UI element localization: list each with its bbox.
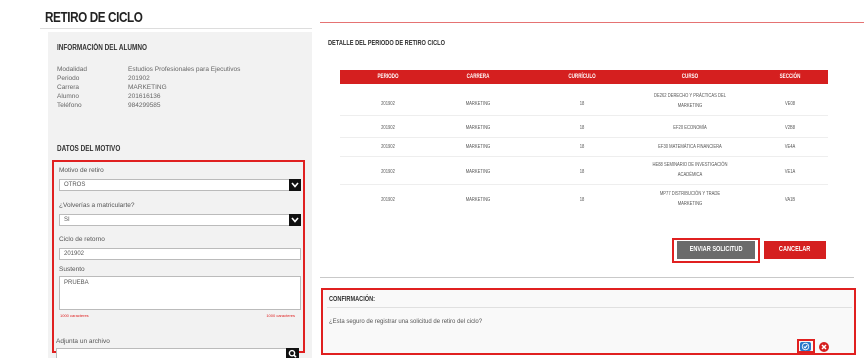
- cycle-input-value: 201902: [64, 251, 85, 257]
- cell-carrera: MARKETING: [465, 169, 491, 175]
- send-request-button[interactable]: ENVIAR SOLICITUD: [677, 241, 755, 259]
- cell-seccion: VE08: [784, 101, 796, 107]
- close-icon: [821, 344, 827, 350]
- cell-curso: EF20 ECONOMÍA: [673, 125, 707, 131]
- info-label: Carrera: [57, 84, 80, 91]
- cell-curriculo: 18: [579, 197, 585, 203]
- chevron-down-icon[interactable]: [289, 179, 301, 191]
- section-divider: [320, 277, 854, 278]
- cell-curso-line2: ACADÉMICA: [677, 172, 703, 178]
- support-textarea-value: PRUEBA: [64, 280, 89, 286]
- cell-curso: HE88 SEMINARIO DE INVESTIGACIÓN: [652, 162, 728, 168]
- cell-carrera: MARKETING: [465, 197, 491, 203]
- row-divider: [340, 184, 828, 185]
- info-row-alumno: Alumno 201616136: [57, 93, 297, 102]
- reason-label: Motivo de retiro: [59, 167, 104, 174]
- row-divider: [340, 137, 828, 138]
- student-panel: INFORMACIÓN DEL ALUMNO Modalidad Estudio…: [48, 32, 312, 358]
- info-label: Teléfono: [57, 102, 82, 109]
- cell-curso: EF30 MATEMÁTICA FINANCIERA: [658, 144, 722, 150]
- cell-periodo: 201902: [381, 125, 395, 131]
- char-counter-left: 1000 caracteres: [60, 313, 89, 318]
- cell-curriculo: 18: [579, 169, 585, 175]
- motive-heading: DATOS DEL MOTIVO: [57, 144, 121, 153]
- attach-label: Adjunta un archivo: [56, 338, 110, 345]
- cell-periodo: 201902: [381, 101, 395, 107]
- cycle-label: Ciclo de retorno: [59, 236, 105, 243]
- cancel-label: CANCELAR: [779, 246, 811, 253]
- return-select[interactable]: SI: [59, 214, 301, 226]
- column-header-curriculo: CURRÍCULO: [568, 73, 596, 80]
- cell-carrera: MARKETING: [465, 144, 491, 150]
- column-header-curso: CURSO: [681, 73, 699, 80]
- cell-carrera: MARKETING: [465, 101, 491, 107]
- info-label: Alumno: [57, 93, 80, 100]
- header-rule: [320, 22, 864, 23]
- column-header-periodo: PERIODO: [377, 73, 399, 80]
- student-info-heading: INFORMACIÓN DEL ALUMNO: [57, 43, 147, 52]
- title-divider: [40, 28, 312, 29]
- info-row-modalidad: Modalidad Estudios Profesionales para Ej…: [57, 66, 297, 75]
- cell-seccion: VE4A: [784, 144, 796, 150]
- reason-select-value: OTROS: [64, 182, 86, 188]
- support-label: Sustento: [59, 266, 85, 273]
- close-button[interactable]: [819, 342, 829, 352]
- return-select-value: SI: [64, 217, 70, 223]
- cell-periodo: 201902: [381, 197, 395, 203]
- cell-carrera: MARKETING: [465, 125, 491, 131]
- info-value: Estudios Profesionales para Ejecutivos: [128, 66, 241, 73]
- search-icon[interactable]: [286, 348, 299, 358]
- confirmation-dialog: CONFIRMACIÓN: ¿Esta seguro de registrar …: [321, 288, 856, 355]
- row-divider: [340, 115, 828, 116]
- cell-periodo: 201902: [381, 169, 395, 175]
- info-row-telefono: Teléfono 984299585: [57, 102, 297, 111]
- cell-curriculo: 18: [579, 125, 585, 131]
- info-label: Modalidad: [57, 66, 87, 73]
- motive-highlight-box: Motivo de retiro OTROS ¿Volverías a matr…: [52, 160, 305, 353]
- cell-seccion: V2B8: [784, 125, 796, 131]
- info-row-carrera: Carrera MARKETING: [57, 84, 297, 93]
- char-counter-right: 1000 caracteres: [266, 313, 295, 318]
- cell-curriculo: 18: [579, 144, 585, 150]
- cell-curso: DE262 DERECHO Y PRÁCTICAS DEL: [653, 93, 727, 99]
- column-header-seccion: SECCIÓN: [779, 73, 801, 80]
- chevron-down-icon[interactable]: [289, 214, 301, 226]
- reason-select[interactable]: OTROS: [59, 179, 301, 191]
- cell-curso: MP77 DISTRIBUCIÓN Y TRADE: [659, 191, 721, 197]
- table-header: PERIODO CARRERA CURRÍCULO CURSO SECCIÓN: [340, 70, 828, 84]
- cell-seccion: VA1B: [784, 197, 796, 203]
- column-header-carrera: CARRERA: [466, 73, 490, 80]
- info-label: Periodo: [57, 75, 80, 82]
- cell-curriculo: 18: [579, 101, 585, 107]
- confirm-button[interactable]: [800, 342, 811, 351]
- info-value: 984299585: [128, 102, 161, 109]
- return-label: ¿Volverías a matricularte?: [59, 202, 135, 209]
- info-row-periodo: Periodo 201902: [57, 75, 297, 84]
- cycle-input[interactable]: 201902: [59, 248, 301, 260]
- cell-periodo: 201902: [381, 144, 395, 150]
- cancel-button[interactable]: CANCELAR: [764, 241, 826, 259]
- info-value: 201616136: [128, 93, 161, 100]
- info-value: 201902: [128, 75, 150, 82]
- page-title: RETIRO DE CICLO: [45, 9, 143, 26]
- detail-heading: DETALLE DEL PERIODO DE RETIRO CICLO: [328, 38, 445, 47]
- cell-seccion: VE1A: [784, 169, 796, 175]
- info-value: MARKETING: [128, 84, 167, 91]
- check-icon: [801, 342, 810, 351]
- cell-curso-line2: MARKETING: [677, 103, 703, 109]
- support-textarea[interactable]: PRUEBA: [59, 276, 301, 310]
- confirmation-message: ¿Esta seguro de registrar una solicitud …: [329, 319, 483, 325]
- send-request-label: ENVIAR SOLICITUD: [689, 246, 743, 253]
- confirmation-divider: [327, 307, 852, 308]
- attach-input[interactable]: [56, 348, 299, 358]
- confirmation-heading: CONFIRMACIÓN:: [329, 296, 376, 303]
- row-divider: [340, 156, 828, 157]
- cell-curso-line2: MARKETING: [677, 201, 703, 207]
